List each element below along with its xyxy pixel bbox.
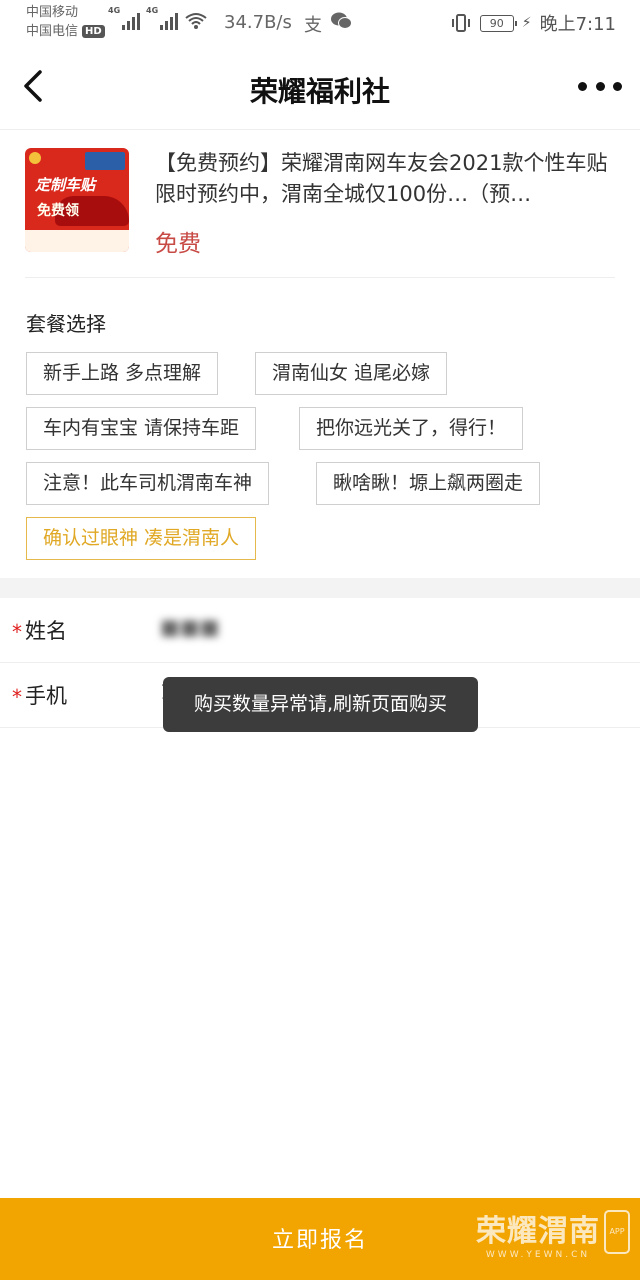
- name-field[interactable]: ■■■: [160, 615, 220, 639]
- watermark-url: WWW.YEWN.CN: [485, 1250, 591, 1260]
- watermark-text: 荣耀渭南: [476, 1214, 600, 1249]
- product-card[interactable]: 定制车贴 免费领 【免费预约】荣耀渭南网车友会2021款个性车贴限时预约中，渭南…: [25, 148, 615, 278]
- package-option[interactable]: 新手上路 多点理解: [26, 352, 219, 395]
- package-option-selected[interactable]: 确认过眼神 凑是渭南人: [26, 517, 257, 560]
- dot-icon: [613, 81, 622, 91]
- required-mark: *: [12, 685, 22, 709]
- plate-tag-icon: [85, 152, 125, 170]
- signal-indicators: 4G 4G: [108, 6, 208, 30]
- thumb-headline: 定制车贴: [35, 176, 96, 194]
- package-section-label: 套餐选择: [26, 312, 106, 336]
- phone-app-icon: APP: [604, 1210, 630, 1254]
- dot-icon: [595, 81, 605, 91]
- battery-icon: 90: [479, 14, 517, 32]
- hd-badge: HD: [82, 25, 105, 38]
- phone-label: 手机: [25, 684, 67, 708]
- package-option[interactable]: 注意！此车司机渭南车神: [26, 462, 270, 505]
- package-option[interactable]: 瞅啥瞅！塬上飙两圈走: [316, 462, 541, 505]
- thumb-footer-bar: [25, 230, 129, 252]
- vibrate-icon: [451, 14, 470, 32]
- product-price: 免费: [155, 231, 201, 257]
- page-title: 荣耀福利社: [249, 75, 390, 108]
- charging-icon: ⚡: [521, 15, 532, 31]
- dot-icon: [578, 81, 587, 91]
- thumb-subline: 免费领: [37, 203, 79, 219]
- name-label: 姓名: [25, 619, 67, 643]
- signal-strength-1-icon: 4G: [108, 6, 140, 30]
- carrier-2: 中国电信: [26, 24, 79, 39]
- carrier-1: 中国移动: [26, 5, 79, 20]
- name-row: * 姓名 ■■■: [0, 598, 640, 663]
- package-option[interactable]: 把你远光关了，得行！: [299, 407, 524, 450]
- wechat-icon: [331, 12, 352, 29]
- product-thumbnail: 定制车贴 免费领: [25, 148, 129, 252]
- package-option[interactable]: 渭南仙女 追尾必嫁: [255, 352, 448, 395]
- brand-logo-icon: [29, 152, 41, 164]
- section-divider: [0, 578, 640, 598]
- watermark-logo: 荣耀渭南 WWW.YEWN.CN APP: [476, 1206, 630, 1260]
- alipay-icon: 支: [304, 15, 322, 36]
- carrier-info: 中国移动 中国电信 HD: [26, 3, 105, 41]
- required-mark: *: [12, 620, 22, 644]
- nav-bar: 荣耀福利社: [0, 46, 640, 130]
- notification-icons: 支: [304, 11, 352, 37]
- error-toast: 购买数量异常请,刷新页面购买: [163, 677, 478, 732]
- package-option[interactable]: 车内有宝宝 请保持车距: [26, 407, 257, 450]
- product-title: 【免费预约】荣耀渭南网车友会2021款个性车贴限时预约中，渭南全城仅100份…（…: [155, 151, 608, 206]
- wifi-icon: [185, 13, 207, 29]
- more-options-button[interactable]: [578, 74, 622, 98]
- bottom-bar: 立即报名 荣耀渭南 WWW.YEWN.CN APP: [0, 1198, 640, 1280]
- signal-strength-2-icon: 4G: [146, 6, 178, 30]
- status-right: 90 ⚡ 晚上7:11: [450, 10, 616, 36]
- net-speed: 34.7B/s: [224, 12, 292, 33]
- status-bar: 中国移动 中国电信 HD 4G 4G 34.7B/s 支 90 ⚡ 晚上7:11: [0, 0, 640, 46]
- clock: 晚上7:11: [539, 14, 616, 35]
